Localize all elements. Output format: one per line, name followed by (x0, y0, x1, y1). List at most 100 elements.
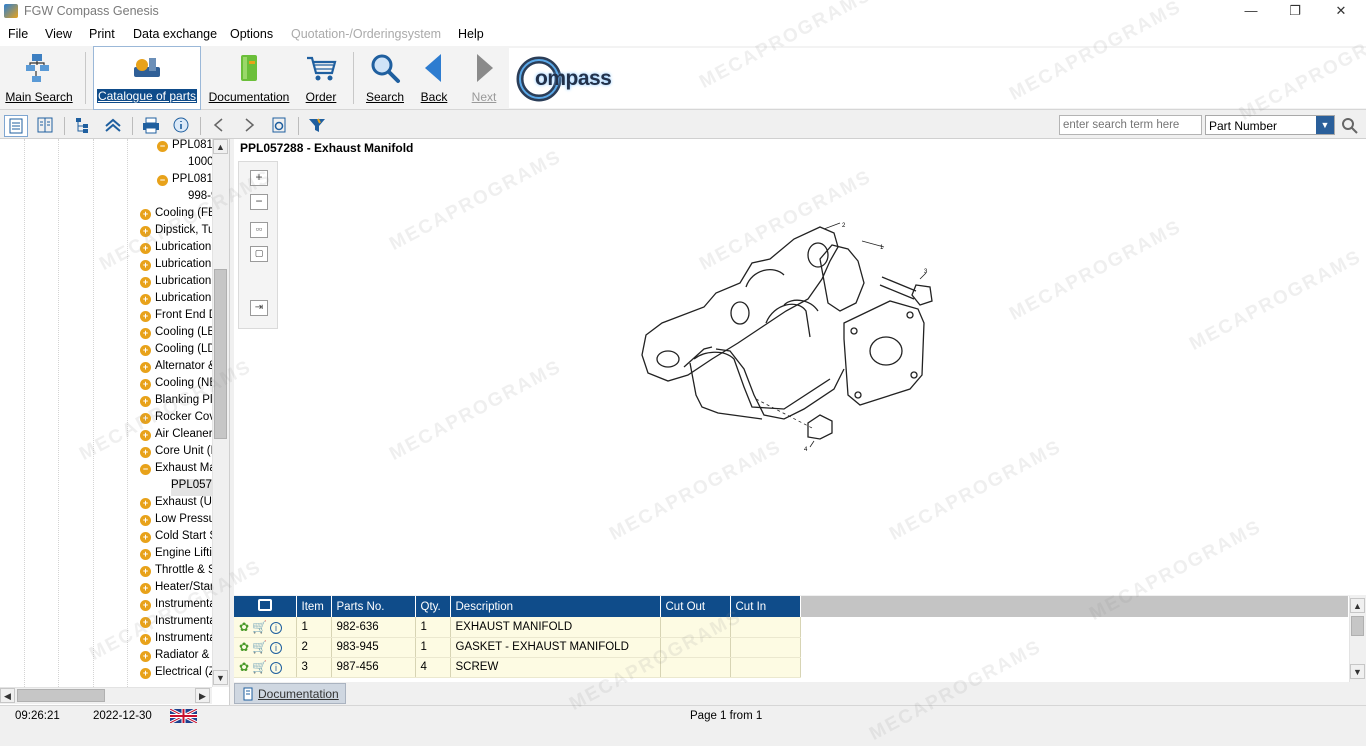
search-field-select[interactable]: Part Number ▼ (1205, 115, 1335, 135)
back-button[interactable]: Back (413, 46, 455, 110)
search-input[interactable] (1059, 115, 1202, 135)
expand-node-icon[interactable]: + (140, 498, 151, 509)
tree-item[interactable]: + Lubrication (140, 292, 212, 309)
gear-icon[interactable]: ✿ (239, 640, 249, 654)
tree-item[interactable]: + Lubrication (140, 241, 212, 258)
expand-node-icon[interactable]: + (140, 345, 151, 356)
expand-node-icon[interactable]: + (140, 549, 151, 560)
tree-horizontal-scrollbar[interactable]: ◀ ▶ (0, 687, 212, 704)
menu-data-exchange[interactable]: Data exchange (133, 27, 217, 41)
export-icon[interactable]: ⇥ (250, 300, 268, 316)
print-button[interactable] (140, 115, 164, 137)
expand-node-icon[interactable]: + (140, 566, 151, 577)
grid-scrollbar[interactable]: ▲ ▼ (1349, 596, 1366, 682)
shopping-cart-icon[interactable]: 🛒 (252, 640, 267, 654)
tree-item[interactable]: + Electrical (Z (140, 666, 212, 683)
tree-item[interactable]: + Exhaust (UD (140, 496, 212, 513)
tree-item[interactable]: + Lubrication (140, 275, 212, 292)
menu-view[interactable]: View (45, 27, 72, 41)
tree-item[interactable]: + Blanking Pl (140, 394, 212, 411)
documentation-button[interactable]: Documentation (206, 46, 292, 110)
refresh-button[interactable] (268, 115, 292, 137)
menu-print[interactable]: Print (89, 27, 115, 41)
column-item[interactable]: Item (296, 596, 332, 617)
restore-button[interactable]: ❐ (1272, 0, 1318, 24)
column-cut-out[interactable]: Cut Out (660, 596, 731, 617)
search-button[interactable]: Search (361, 46, 409, 110)
actual-size-icon[interactable]: ▢ (250, 246, 268, 262)
zoom-in-icon[interactable]: + (250, 170, 268, 186)
expand-node-icon[interactable]: + (140, 430, 151, 441)
tree-item[interactable]: + Cooling (LD (140, 343, 212, 360)
scroll-thumb[interactable] (17, 689, 105, 702)
table-row[interactable]: ✿ 🛒 i 3 987-456 4 SCREW (234, 657, 801, 678)
expand-node-icon[interactable]: + (140, 668, 151, 679)
collapse-node-icon[interactable]: − (157, 141, 168, 152)
tree-item[interactable]: + Instrumenta (140, 615, 212, 632)
scroll-right-icon[interactable]: ▶ (195, 688, 210, 703)
shopping-cart-icon[interactable]: 🛒 (252, 620, 267, 634)
close-button[interactable]: ✕ (1318, 0, 1364, 24)
scroll-down-icon[interactable]: ▼ (1350, 664, 1365, 679)
collapse-node-icon[interactable]: − (157, 175, 168, 186)
uk-flag-icon[interactable] (170, 709, 197, 723)
expand-node-icon[interactable]: + (140, 277, 151, 288)
tree-item[interactable]: PPL0572 (171, 479, 212, 496)
expand-node-icon[interactable]: + (140, 260, 151, 271)
column-qty[interactable]: Qty. (415, 596, 451, 617)
tree-item[interactable]: + Cooling (LB (140, 326, 212, 343)
info-icon[interactable]: i (270, 621, 283, 634)
tree-item[interactable]: + Dipstick, Tu (140, 224, 212, 241)
expand-node-icon[interactable]: + (140, 311, 151, 322)
tree-item[interactable]: + Alternator & (140, 360, 212, 377)
tree-item[interactable]: + Rocker Cov (140, 411, 212, 428)
expand-node-icon[interactable]: + (140, 209, 151, 220)
collapse-node-icon[interactable]: − (140, 464, 151, 475)
tree-item[interactable]: + Lubrication (140, 258, 212, 275)
tree-item[interactable]: + Instrumenta (140, 598, 212, 615)
tree-item[interactable]: + Air Cleaner (140, 428, 212, 445)
info-button[interactable] (170, 115, 194, 137)
expand-node-icon[interactable]: + (140, 532, 151, 543)
tree-item[interactable]: − Exhaust Ma (140, 462, 212, 479)
fit-page-icon[interactable]: ▫▫ (250, 222, 268, 238)
minimize-button[interactable]: — (1228, 0, 1274, 24)
catalogue-button[interactable]: Catalogue of parts (93, 46, 201, 110)
column-actions[interactable] (234, 596, 297, 617)
column-parts-no[interactable]: Parts No. (331, 596, 416, 617)
previous-page-button[interactable] (208, 115, 232, 137)
tree-item[interactable]: + Front End D (140, 309, 212, 326)
menu-help[interactable]: Help (458, 27, 484, 41)
scroll-up-icon[interactable]: ▲ (213, 139, 228, 154)
scroll-up-icon[interactable]: ▲ (1350, 598, 1365, 613)
list-view-button[interactable] (4, 115, 28, 137)
info-icon[interactable]: i (270, 642, 283, 654)
menu-quotation[interactable]: Quotation-/Orderingsystem (291, 27, 441, 41)
order-button[interactable]: Order (297, 46, 345, 110)
next-button[interactable]: Next (463, 46, 505, 110)
expand-node-icon[interactable]: + (140, 328, 151, 339)
expand-node-icon[interactable]: + (140, 396, 151, 407)
tree-item[interactable]: + Instrumenta (140, 632, 212, 649)
expand-node-icon[interactable]: + (140, 583, 151, 594)
expand-node-icon[interactable]: + (140, 651, 151, 662)
tree-item[interactable]: + Cooling (FE (140, 207, 212, 224)
next-page-button[interactable] (238, 115, 262, 137)
zoom-out-icon[interactable]: − (250, 194, 268, 210)
expand-node-icon[interactable]: + (140, 226, 151, 237)
gear-icon[interactable]: ✿ (239, 660, 249, 674)
expand-node-icon[interactable]: + (140, 362, 151, 373)
info-icon[interactable]: i (270, 662, 283, 674)
tree-item[interactable]: + Engine Lifti (140, 547, 212, 564)
expand-node-icon[interactable]: + (140, 617, 151, 628)
expand-node-icon[interactable]: + (140, 447, 151, 458)
tree-item[interactable]: + Cooling (NE (140, 377, 212, 394)
tree-item[interactable]: 998-9 (188, 190, 212, 207)
shopping-cart-icon[interactable]: 🛒 (252, 660, 267, 674)
column-cut-in[interactable]: Cut In (730, 596, 801, 617)
expand-node-icon[interactable]: + (140, 379, 151, 390)
documentation-tab[interactable]: Documentation (234, 683, 346, 704)
expand-node-icon[interactable]: + (140, 413, 151, 424)
column-description[interactable]: Description (450, 596, 661, 617)
tree-item[interactable]: + Core Unit (L (140, 445, 212, 462)
